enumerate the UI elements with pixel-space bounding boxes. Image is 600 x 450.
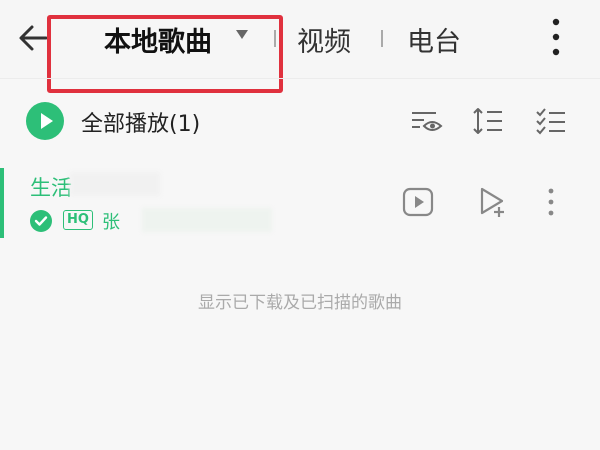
add-to-playlist-button[interactable] <box>476 185 510 223</box>
tab-radio[interactable]: 电台 <box>407 20 461 59</box>
quality-badge: HQ <box>63 210 93 230</box>
more-vertical-icon <box>548 188 554 216</box>
multi-select-icon <box>536 108 565 135</box>
music-video-button[interactable] <box>401 185 435 223</box>
play-icon <box>41 113 53 129</box>
video-play-icon <box>402 187 434 217</box>
song-more-button[interactable] <box>542 185 560 223</box>
tab-divider <box>381 30 383 47</box>
visibility-filter-icon <box>412 112 443 131</box>
tab-video[interactable]: 视频 <box>297 20 351 59</box>
sort-button[interactable] <box>471 104 505 138</box>
add-to-playlist-icon <box>480 187 504 217</box>
artist-name: 张 <box>102 212 120 233</box>
visibility-filter-button[interactable] <box>410 104 444 138</box>
annotation-highlight-box <box>47 15 283 93</box>
redacted-artist <box>142 208 272 232</box>
sort-icon <box>473 108 502 134</box>
header-divider <box>0 78 600 79</box>
now-playing-indicator <box>0 168 4 238</box>
empty-hint: 显示已下载及已扫描的歌曲 <box>198 293 402 313</box>
song-title: 生活 <box>30 176 72 200</box>
play-all-label[interactable]: 全部播放(1) <box>81 106 200 138</box>
more-vertical-icon <box>552 18 560 56</box>
play-all-button[interactable] <box>26 102 64 140</box>
downloaded-check-icon <box>30 210 52 232</box>
redacted-title <box>70 172 160 196</box>
more-options-button[interactable] <box>545 14 567 60</box>
multi-select-button[interactable] <box>534 104 568 138</box>
